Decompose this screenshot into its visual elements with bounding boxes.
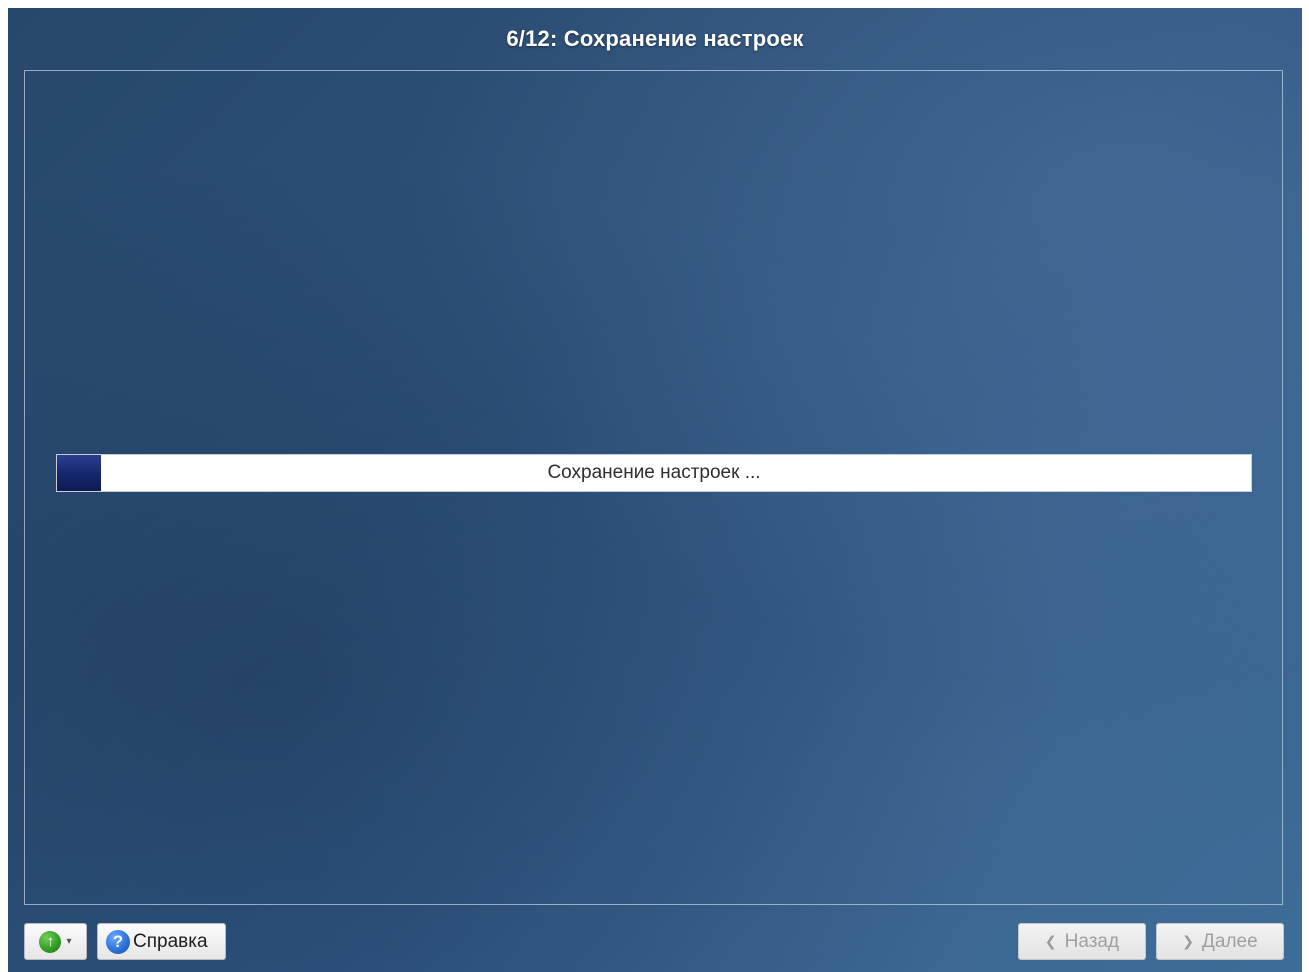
chevron-down-icon: ▾ bbox=[66, 936, 72, 947]
progress-bar: Сохранение настроек ... bbox=[56, 454, 1252, 492]
progress-label: Сохранение настроек ... bbox=[547, 462, 761, 483]
green-up-arrow-icon: ↑ bbox=[39, 930, 62, 953]
help-button[interactable]: ? Справка bbox=[97, 923, 226, 960]
up-menu-button[interactable]: ↑ ▾ bbox=[24, 923, 87, 960]
help-question-icon: ? bbox=[106, 929, 130, 954]
chevron-left-icon: ❮ bbox=[1044, 933, 1057, 949]
help-button-label: Справка bbox=[133, 930, 208, 952]
next-button[interactable]: ❯ Далее bbox=[1156, 923, 1284, 960]
back-button[interactable]: ❮ Назад bbox=[1018, 923, 1146, 960]
back-button-label: Назад bbox=[1064, 930, 1120, 952]
chevron-right-icon: ❯ bbox=[1182, 933, 1195, 949]
installer-window: 6/12: Сохранение настроек Сохранение нас… bbox=[8, 8, 1302, 972]
step-title: 6/12: Сохранение настроек bbox=[506, 26, 804, 51]
next-button-label: Далее bbox=[1202, 930, 1258, 952]
